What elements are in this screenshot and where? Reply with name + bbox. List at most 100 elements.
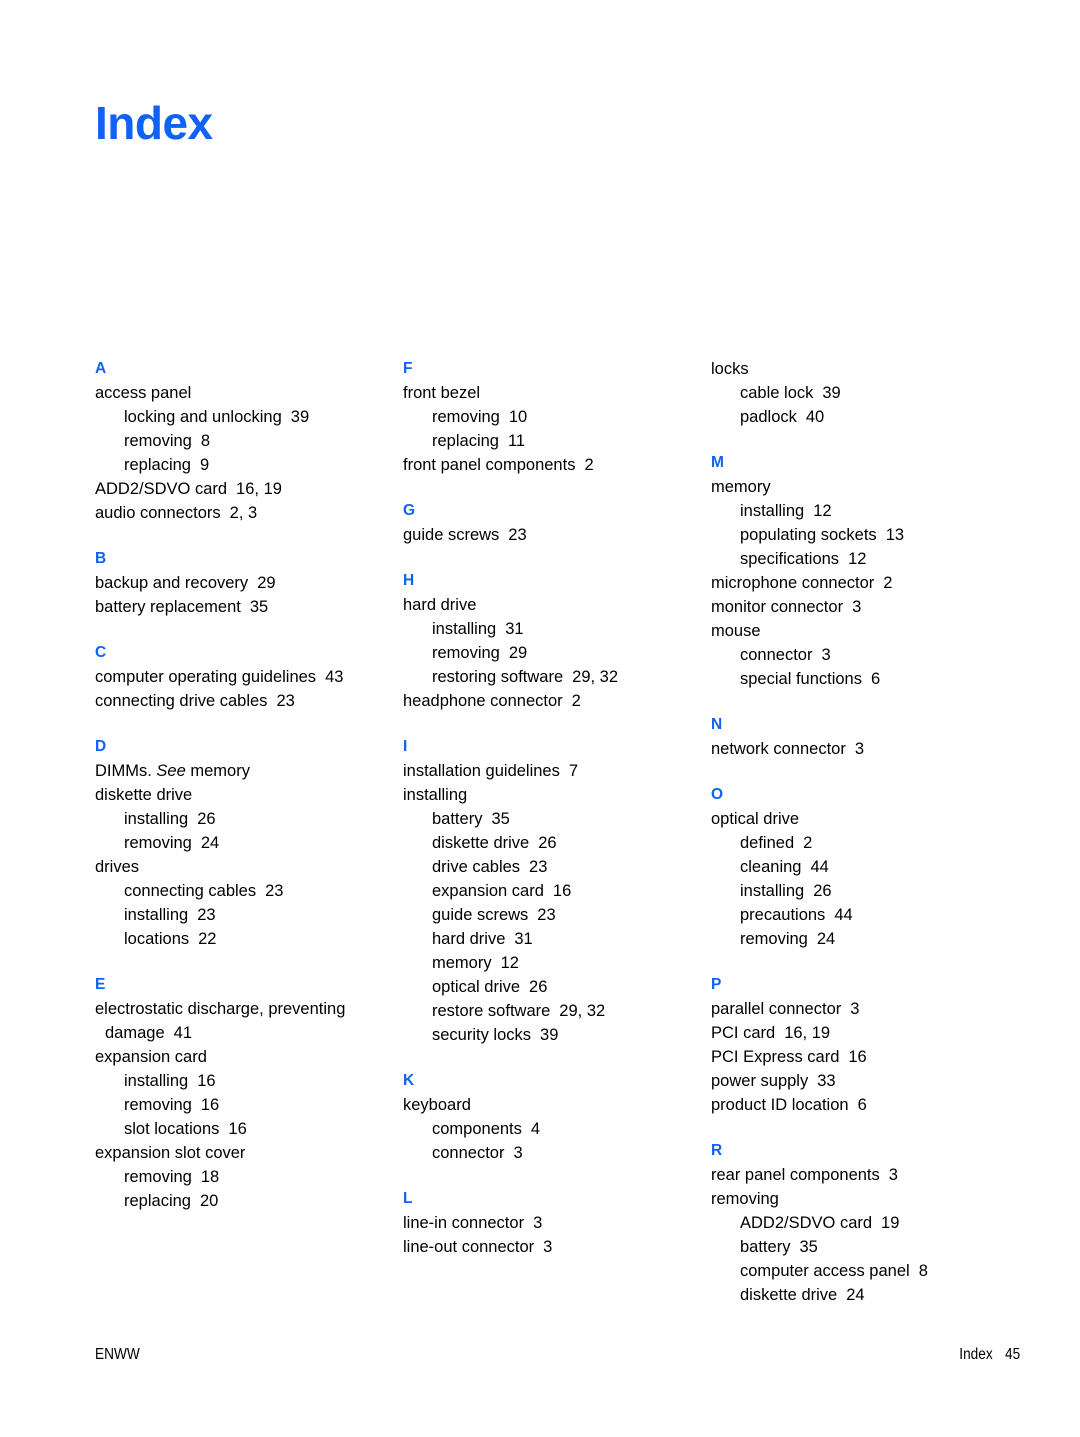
index-subentry: battery 35	[403, 807, 711, 831]
index-entry: monitor connector 3	[711, 595, 1019, 619]
letter-group-i: Iinstallation guidelines 7 installing batte…	[403, 735, 711, 1047]
index-page-numbers: 44	[834, 906, 853, 924]
letter-heading-a: A	[95, 360, 107, 377]
index-entry: computer operating guidelines 43	[95, 665, 403, 689]
index-entry-label: installing	[403, 786, 468, 804]
index-entry-label: populating sockets	[740, 526, 877, 544]
index-entry-label: drive cables	[432, 858, 521, 876]
index-page-numbers: 22	[198, 930, 217, 948]
index-entry: headphone connector 2	[403, 689, 711, 713]
index-entry-label: restore software	[432, 1002, 551, 1020]
footer-page-info: Index 45	[959, 1346, 1020, 1364]
index-entry-label: ADD2/SDVO card	[95, 480, 228, 498]
index-page-numbers: 18	[200, 1168, 220, 1186]
index-entry-label: connector	[740, 646, 813, 664]
letter-group-g: Gguide screws 23	[403, 499, 711, 547]
column-2: Ffront bezel removing 10 replacing 11 front p…	[403, 357, 711, 1259]
index-entry: power supply 33	[711, 1069, 1019, 1093]
column-3: locks cable lock 39 padlock 40 Mmemory install…	[711, 357, 1019, 1307]
index-subentry: special functions 6	[711, 667, 1019, 691]
index-subentry: removing 24	[95, 831, 403, 855]
index-entry: backup and recovery 29	[95, 571, 403, 595]
index-entry-label: PCI Express card	[711, 1048, 840, 1066]
index-entry-label: mouse	[711, 622, 761, 640]
index-page-numbers: 31	[514, 930, 533, 948]
letter-heading-o: O	[711, 786, 724, 803]
index-page-numbers: 16, 19	[236, 480, 282, 498]
index-entry: DIMMs. See memory	[95, 759, 403, 783]
index-page-numbers: 3	[888, 1166, 898, 1184]
index-page-numbers: 2	[584, 456, 594, 474]
index-entry: ADD2/SDVO card 16, 19	[95, 477, 403, 501]
index-entry: expansion slot cover	[95, 1141, 403, 1165]
index-page-numbers: 43	[325, 668, 344, 686]
index-page-numbers: 6	[871, 670, 881, 688]
index-entry-label: battery	[740, 1238, 791, 1256]
index-entry-label: special functions	[740, 670, 862, 688]
letter-heading-h: H	[403, 572, 415, 589]
index-page-numbers: 9	[199, 456, 210, 474]
letter-group-e: Eelectrostatic discharge, preventing dam…	[95, 973, 403, 1213]
index-page-numbers: 8	[200, 432, 211, 450]
index-page-numbers: 29, 32	[559, 1002, 606, 1020]
letter-heading-r: R	[711, 1142, 723, 1159]
index-page-numbers: 10	[508, 408, 528, 426]
index-page-numbers: 35	[249, 598, 269, 616]
index-page-numbers: 3	[543, 1238, 553, 1256]
index-entry: locks	[711, 357, 1019, 381]
index-page-numbers: 44	[810, 858, 829, 876]
letter-group-continuation: locks cable lock 39 padlock 40	[711, 357, 1019, 429]
index-entry-label: precautions	[740, 906, 826, 924]
letter-heading-f: F	[403, 360, 413, 377]
index-page-numbers: 3	[850, 1000, 860, 1018]
letter-heading-m: M	[711, 454, 724, 471]
index-entry: network connector 3	[711, 737, 1019, 761]
index-page-numbers: 7	[568, 762, 579, 780]
index-entry-label: expansion slot cover	[95, 1144, 246, 1162]
letter-group-n: Nnetwork connector 3	[711, 713, 1019, 761]
index-see-target: memory	[185, 762, 250, 780]
index-subentry: replacing 11	[403, 429, 711, 453]
index-subentry: optical drive 26	[403, 975, 711, 999]
letter-group-m: Mmemory installing 12 populating sockets 13 s…	[711, 451, 1019, 691]
index-subentry: removing 16	[95, 1093, 403, 1117]
letter-heading-k: K	[403, 1072, 415, 1089]
index-page-numbers: 12	[813, 502, 832, 520]
index-page-numbers: 26	[538, 834, 557, 852]
index-subentry: installing 16	[95, 1069, 403, 1093]
index-entry-label: computer operating guidelines	[95, 668, 317, 686]
index-subentry: computer access panel 8	[711, 1259, 1019, 1283]
index-page-numbers: 29, 32	[572, 668, 619, 686]
index-entry: microphone connector 2	[711, 571, 1019, 595]
index-page-numbers: 23	[276, 692, 295, 710]
index-entry-label: removing	[432, 408, 500, 426]
index-subentry: components 4	[403, 1117, 711, 1141]
index-entry-label: battery	[432, 810, 483, 828]
index-entry-label: cable lock	[740, 384, 814, 402]
index-page-numbers: 16	[200, 1096, 220, 1114]
index-entry: line-in connector 3	[403, 1211, 711, 1235]
index-page-numbers: 8	[918, 1262, 928, 1280]
index-entry-label: line-out connector	[403, 1238, 535, 1256]
index-entry-label: installing	[124, 810, 189, 828]
index-page-numbers: 3	[821, 646, 831, 664]
index-subentry: locking and unlocking 39	[95, 405, 403, 429]
index-page-numbers: 16	[228, 1120, 247, 1138]
index-entry-label: diskette drive	[432, 834, 530, 852]
index-entry-label: removing	[124, 834, 192, 852]
index-subentry: connector 3	[711, 643, 1019, 667]
letter-heading-n: N	[711, 716, 723, 733]
index-page-numbers: 16	[552, 882, 572, 900]
index-entry: installing	[403, 783, 711, 807]
index-subentry: cable lock 39	[711, 381, 1019, 405]
index-entry: memory	[711, 475, 1019, 499]
index-page-numbers: 3	[513, 1144, 523, 1162]
index-subentry: removing 8	[95, 429, 403, 453]
index-entry-label: hard drive	[432, 930, 506, 948]
index-entry-label: removing	[124, 432, 192, 450]
index-subentry: drive cables 23	[403, 855, 711, 879]
index-subentry: restore software 29, 32	[403, 999, 711, 1023]
index-see-reference: See	[156, 762, 186, 780]
index-entry-label: security locks	[432, 1026, 532, 1044]
index-entry-label: keyboard	[403, 1096, 471, 1114]
